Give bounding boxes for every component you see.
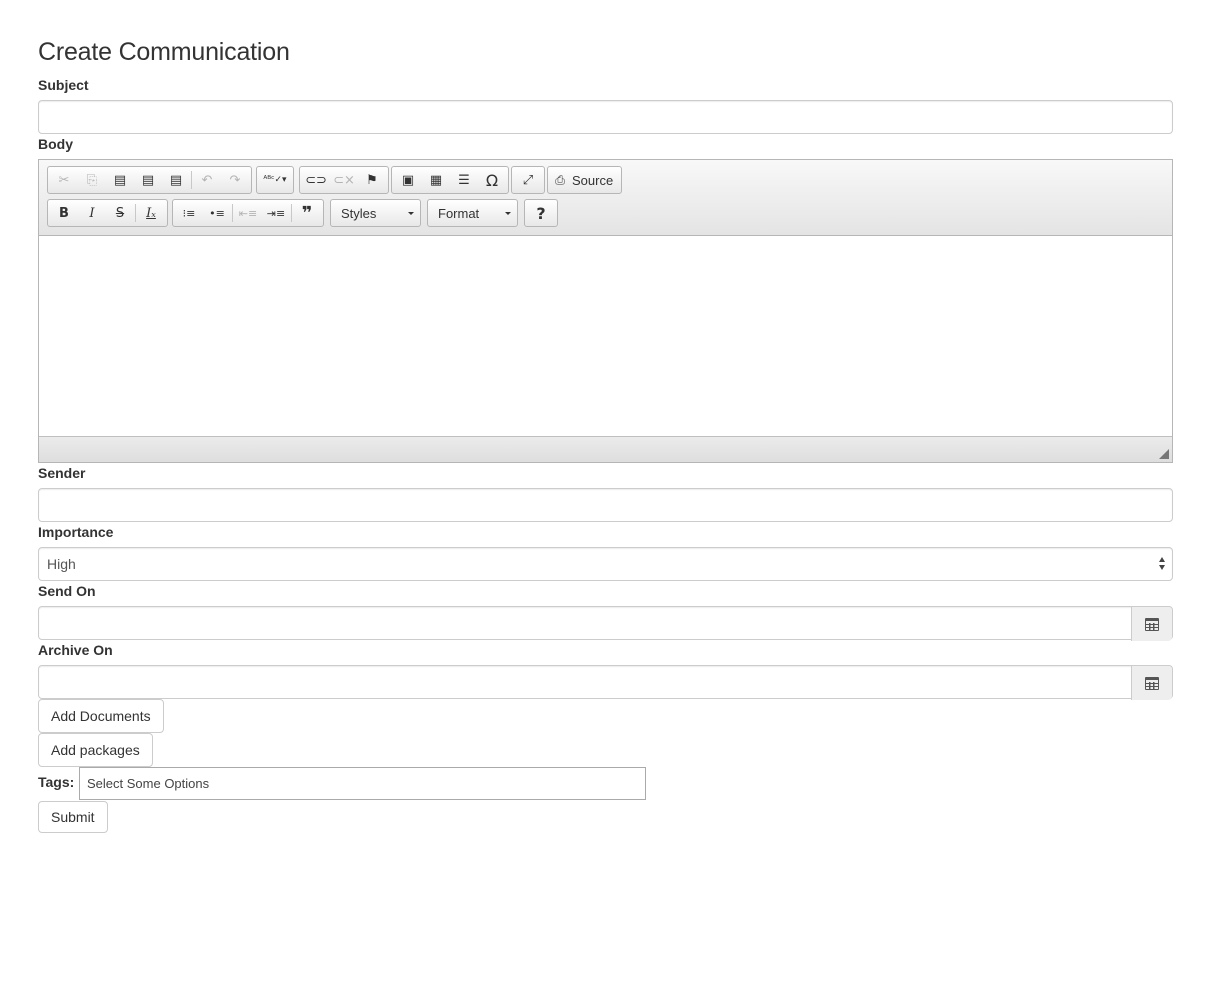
insert-group: ▣ ▦ ☰ Ω — [391, 166, 509, 194]
bold-icon[interactable]: B — [50, 201, 78, 225]
importance-select[interactable]: High — [38, 547, 1173, 581]
rich-text-editor: ✂ ⎘ ▤ ▤ ▤ ↶ ↷ ᴬᴮᶜ✓▾ ⊂⊃ ⊂× ⚑ ▣ ▦ ☰ Ω ⤢ ⎙ … — [38, 159, 1173, 463]
image-icon[interactable]: ▣ — [394, 168, 422, 192]
toolbar-separator — [291, 204, 292, 222]
send-on-label: Send On — [38, 583, 96, 599]
help-icon[interactable]: ? — [527, 201, 555, 225]
toolbar-separator — [191, 171, 192, 189]
paste-icon[interactable]: ▤ — [106, 168, 134, 192]
tags-label: Tags: — [38, 774, 75, 790]
unlink-icon[interactable]: ⊂× — [330, 168, 358, 192]
subject-label: Subject — [38, 77, 89, 93]
spellcheck-icon[interactable]: ᴬᴮᶜ✓▾ — [259, 168, 291, 192]
styles-dropdown[interactable]: Styles — [330, 199, 421, 227]
blockquote-icon[interactable]: ❞ — [293, 201, 321, 225]
basicstyles-group: B I S Iₓ — [47, 199, 168, 227]
anchor-icon[interactable]: ⚑ — [358, 168, 386, 192]
redo-icon[interactable]: ↷ — [221, 168, 249, 192]
indent-icon[interactable]: ⇥≡ — [262, 201, 290, 225]
add-documents-button[interactable]: Add Documents — [38, 699, 164, 733]
paste-text-icon[interactable]: ▤ — [134, 168, 162, 192]
add-packages-button[interactable]: Add packages — [38, 733, 153, 767]
italic-icon[interactable]: I — [78, 201, 106, 225]
chevron-down-icon — [408, 212, 414, 215]
subject-input[interactable] — [38, 100, 1173, 134]
numbered-list-icon[interactable]: ⁝≡ — [175, 201, 203, 225]
sender-label: Sender — [38, 465, 86, 481]
source-button[interactable]: ⎙ Source — [547, 166, 623, 194]
sender-input[interactable] — [38, 488, 1173, 522]
importance-value: High — [47, 556, 76, 572]
submit-button[interactable]: Submit — [38, 801, 108, 833]
styles-label: Styles — [341, 205, 377, 221]
archive-on-calendar-button[interactable] — [1131, 666, 1172, 700]
select-arrows-icon — [1159, 557, 1167, 571]
format-label: Format — [438, 205, 480, 221]
editor-status-bar — [39, 436, 1172, 462]
link-icon[interactable]: ⊂⊃ — [302, 168, 330, 192]
copy-icon[interactable]: ⎘ — [78, 168, 106, 192]
clipboard-group: ✂ ⎘ ▤ ▤ ▤ ↶ ↷ — [47, 166, 252, 194]
send-on-input[interactable] — [38, 606, 1173, 641]
archive-on-label: Archive On — [38, 642, 113, 658]
source-label: Source — [572, 172, 614, 188]
spellcheck-group: ᴬᴮᶜ✓▾ — [256, 166, 294, 194]
cut-icon[interactable]: ✂ — [50, 168, 78, 192]
importance-label: Importance — [38, 524, 114, 540]
paste-word-icon[interactable]: ▤ — [162, 168, 190, 192]
table-icon[interactable]: ▦ — [422, 168, 450, 192]
maximize-icon[interactable]: ⤢ — [514, 168, 542, 192]
source-icon: ⎙ — [555, 172, 565, 187]
bulleted-list-icon[interactable]: •≡ — [203, 201, 231, 225]
horizontal-line-icon[interactable]: ☰ — [450, 168, 478, 192]
format-dropdown[interactable]: Format — [427, 199, 518, 227]
strike-icon[interactable]: S — [106, 201, 134, 225]
editor-toolbar: ✂ ⎘ ▤ ▤ ▤ ↶ ↷ ᴬᴮᶜ✓▾ ⊂⊃ ⊂× ⚑ ▣ ▦ ☰ Ω ⤢ ⎙ … — [39, 160, 1172, 236]
toolbar-separator — [232, 204, 233, 222]
calendar-icon — [1145, 676, 1159, 690]
toolbar-separator — [135, 204, 136, 222]
help-group: ? — [524, 199, 558, 227]
editor-content-area[interactable] — [39, 236, 1172, 436]
tags-placeholder: Select Some Options — [87, 776, 210, 791]
send-on-calendar-button[interactable] — [1131, 607, 1172, 641]
maximize-group: ⤢ — [511, 166, 545, 194]
calendar-icon — [1145, 617, 1159, 631]
outdent-icon[interactable]: ⇤≡ — [234, 201, 262, 225]
tags-multiselect[interactable]: Select Some Options — [79, 767, 646, 800]
page-title: Create Communication — [38, 38, 290, 66]
undo-icon[interactable]: ↶ — [193, 168, 221, 192]
link-group: ⊂⊃ ⊂× ⚑ — [299, 166, 389, 194]
remove-format-icon[interactable]: Iₓ — [137, 201, 165, 225]
chevron-down-icon — [505, 212, 511, 215]
body-label: Body — [38, 136, 73, 152]
archive-on-input[interactable] — [38, 665, 1173, 700]
special-char-icon[interactable]: Ω — [478, 168, 506, 192]
resize-handle-icon[interactable] — [1159, 449, 1169, 459]
paragraph-group: ⁝≡ •≡ ⇤≡ ⇥≡ ❞ — [172, 199, 324, 227]
